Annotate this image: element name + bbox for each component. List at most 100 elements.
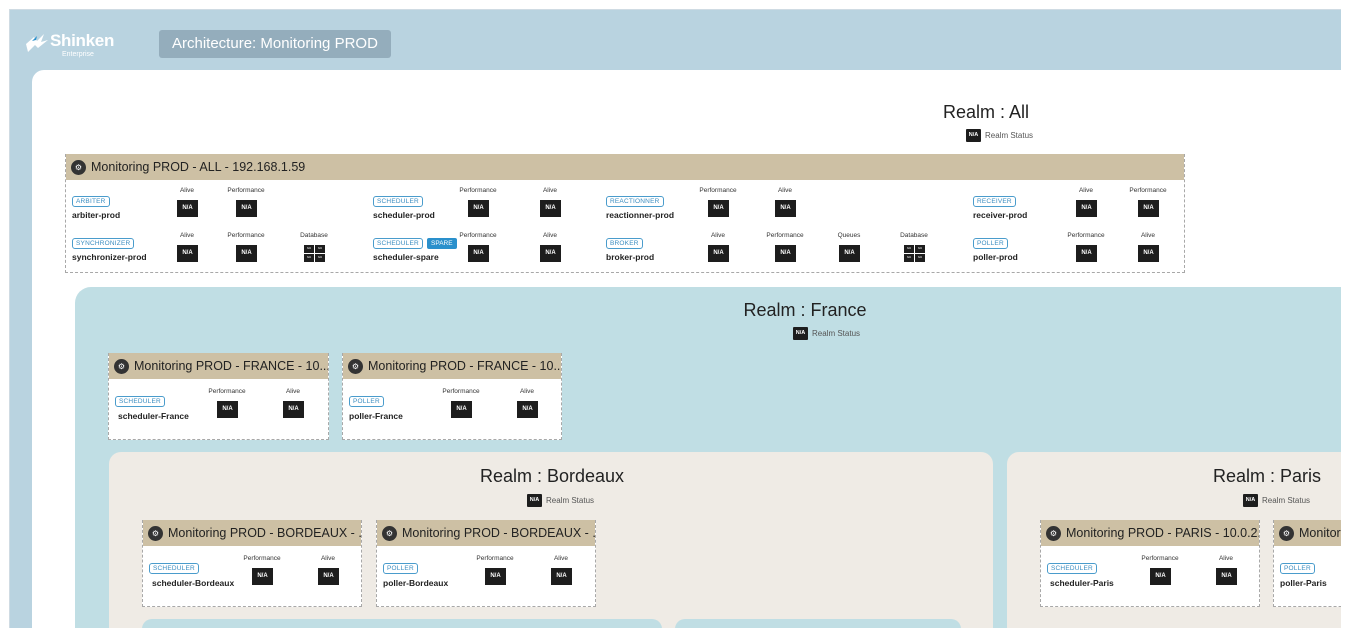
metric-status[interactable]: N/A — [1076, 245, 1097, 262]
metric-label: Alive — [320, 555, 336, 562]
architecture-title: Architecture: Monitoring PROD — [159, 30, 391, 58]
metric-label: Performance — [227, 187, 265, 194]
metric-status[interactable]: N/A — [236, 200, 257, 217]
daemon-name[interactable]: arbiter-prod — [72, 210, 120, 220]
metric-status[interactable]: N/A — [451, 401, 472, 418]
realm-status-indicator[interactable]: N/A — [527, 494, 542, 507]
daemon-type-tag: POLLER — [349, 396, 384, 407]
metric-status[interactable]: N/A — [177, 200, 198, 217]
metric-status[interactable]: N/A — [540, 245, 561, 262]
daemon-name[interactable]: poller-prod — [973, 252, 1018, 262]
daemon-name[interactable]: poller-Bordeaux — [383, 578, 448, 588]
monitoring-box-header[interactable]: ⚙ Monitoring PROD - BORDEAUX - ... — [377, 520, 595, 546]
metric-status[interactable]: N/A — [283, 401, 304, 418]
metric-status[interactable]: N/A — [468, 200, 489, 217]
metric-label: Alive — [1218, 555, 1234, 562]
metric-status[interactable]: N/A — [252, 568, 273, 585]
daemon-type-tag: SCHEDULER — [373, 196, 423, 207]
metric-label: Alive — [1078, 187, 1094, 194]
metric-label: Performance — [459, 232, 497, 239]
daemon-name[interactable]: synchronizer-prod — [72, 252, 147, 262]
metric-status[interactable]: N/A — [217, 401, 238, 418]
metric-status[interactable]: N/A — [775, 200, 796, 217]
metric-label: Alive — [179, 232, 195, 239]
metric-status[interactable]: N/A — [839, 245, 860, 262]
monitoring-box-header[interactable]: ⚙ Monitoring PROD - FRANCE - 10.... — [109, 353, 328, 379]
daemon-name[interactable]: poller-Paris — [1280, 578, 1327, 588]
database-status-grid[interactable]: N/A N/A N/A N/A — [304, 245, 325, 262]
metric-status[interactable]: N/A — [1138, 245, 1159, 262]
metric-status[interactable]: N/A — [1076, 200, 1097, 217]
daemon-name[interactable]: scheduler-spare — [373, 252, 439, 262]
monitoring-box-bordeaux-1: ⚙ Monitoring PROD - BORDEAUX - ... SCHED… — [142, 520, 362, 607]
realm-status-indicator[interactable]: N/A — [1243, 494, 1258, 507]
metric-status[interactable]: N/A — [540, 200, 561, 217]
database-status-grid[interactable]: N/A N/A N/A N/A — [904, 245, 925, 262]
gear-icon: ⚙ — [114, 358, 129, 374]
monitoring-box-title: Monitoring PROD - PARIS - 10.0.2.1 — [1299, 526, 1341, 540]
metric-status[interactable]: N/A — [708, 200, 729, 217]
metric-status[interactable]: N/A — [517, 401, 538, 418]
realm-paris-title: Realm : Paris — [1212, 466, 1322, 486]
metric-label: Performance — [208, 388, 246, 395]
daemon-type-tag: SCHEDULER — [373, 238, 423, 249]
daemon-type-tag: SCHEDULER — [115, 396, 165, 407]
metric-label: Performance — [476, 555, 514, 562]
metric-label: Performance — [243, 555, 281, 562]
realm-all-title: Realm : All — [942, 102, 1030, 122]
daemon-name[interactable]: scheduler-France — [118, 411, 189, 421]
metric-label: Performance — [766, 232, 804, 239]
monitoring-box-france-1: ⚙ Monitoring PROD - FRANCE - 10.... SCHE… — [108, 353, 329, 440]
monitoring-box-header[interactable]: ⚙ Monitoring PROD - PARIS - 10.0.2.1 — [1274, 520, 1341, 546]
realm-paris: Realm : Paris N/A Realm Status ⚙ Monitor… — [1007, 452, 1341, 628]
monitoring-box-title: Monitoring PROD - FRANCE - 10.... — [368, 359, 561, 373]
spare-badge: SPARE — [427, 238, 457, 249]
monitoring-box-header[interactable]: ⚙ Monitoring PROD - FRANCE - 10.... — [343, 353, 561, 379]
metric-status[interactable]: N/A — [708, 245, 729, 262]
monitoring-box-header[interactable]: ⚙ Monitoring PROD - PARIS - 10.0.2.1 — [1041, 520, 1259, 546]
gear-icon: ⚙ — [148, 525, 163, 541]
monitoring-box-bordeaux-2: ⚙ Monitoring PROD - BORDEAUX - ... POLLE… — [376, 520, 596, 607]
metric-label: Database — [900, 232, 928, 239]
daemon-name[interactable]: broker-prod — [606, 252, 654, 262]
monitoring-box-header[interactable]: ⚙ Monitoring PROD - BORDEAUX - ... — [143, 520, 361, 546]
daemon-type-tag: POLLER — [383, 563, 418, 574]
metric-label: Alive — [179, 187, 195, 194]
realm-status-label: Realm Status — [1262, 496, 1311, 505]
logo-subtitle: Enterprise — [62, 51, 94, 58]
metric-label: Performance — [459, 187, 497, 194]
daemon-name[interactable]: scheduler-prod — [373, 210, 435, 220]
metric-status[interactable]: N/A — [1216, 568, 1237, 585]
metric-status[interactable]: N/A — [551, 568, 572, 585]
daemon-name[interactable]: reactionner-prod — [606, 210, 674, 220]
metric-status[interactable]: N/A — [468, 245, 489, 262]
daemon-name[interactable]: receiver-prod — [973, 210, 1027, 220]
realm-status-label: Realm Status — [546, 496, 595, 505]
shinken-logo-icon — [26, 34, 48, 52]
shinken-logo[interactable]: Shinken Enterprise — [24, 29, 134, 59]
realm-status-indicator[interactable]: N/A — [793, 327, 808, 340]
metric-label: Alive — [1140, 232, 1156, 239]
metric-status[interactable]: N/A — [1138, 200, 1159, 217]
metric-label: Alive — [542, 187, 558, 194]
metric-status[interactable]: N/A — [775, 245, 796, 262]
metric-status[interactable]: N/A — [485, 568, 506, 585]
daemon-name[interactable]: scheduler-Bordeaux — [152, 578, 234, 588]
gear-icon: ⚙ — [71, 159, 86, 175]
metric-label: Alive — [777, 187, 793, 194]
realm-status-indicator[interactable]: N/A — [966, 129, 981, 142]
metric-label: Performance — [227, 232, 265, 239]
monitoring-box-header[interactable]: ⚙ Monitoring PROD - ALL - 192.168.1.59 — [66, 154, 1184, 180]
metric-label: Alive — [710, 232, 726, 239]
realm-bordeaux-status: N/A Realm Status — [527, 494, 594, 507]
daemon-name[interactable]: scheduler-Paris — [1050, 578, 1114, 588]
metric-label: Alive — [519, 388, 535, 395]
metric-status[interactable]: N/A — [177, 245, 198, 262]
metric-status[interactable]: N/A — [1150, 568, 1171, 585]
daemon-type-tag: RECEIVER — [973, 196, 1016, 207]
gear-icon: ⚙ — [382, 525, 397, 541]
metric-status[interactable]: N/A — [236, 245, 257, 262]
realm-france-title: Realm : France — [743, 300, 867, 320]
metric-status[interactable]: N/A — [318, 568, 339, 585]
daemon-name[interactable]: poller-France — [349, 411, 403, 421]
